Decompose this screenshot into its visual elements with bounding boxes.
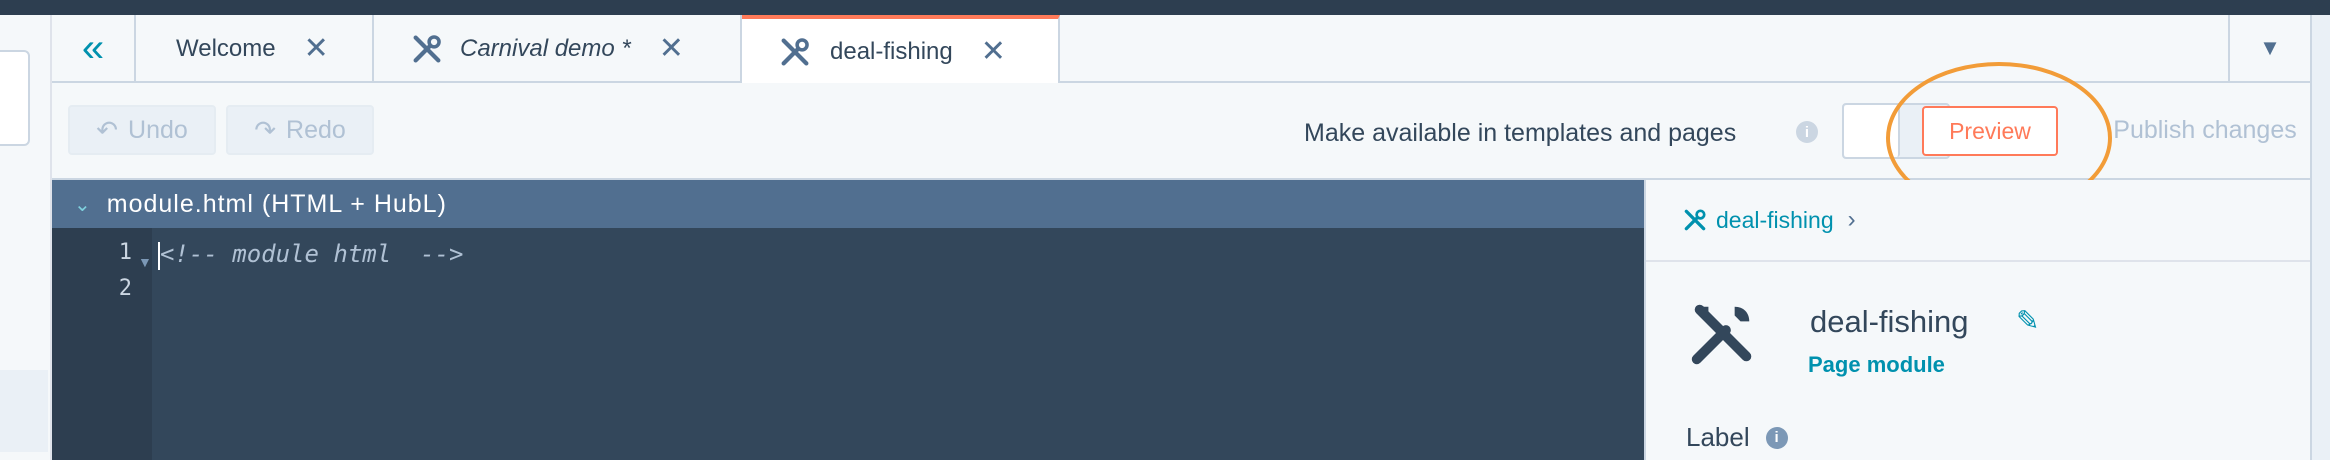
right-edge-panel [2310,15,2330,460]
label-field-heading: Label i [1686,422,1788,453]
caret-down-icon: ▼ [2259,35,2281,60]
module-inspector-panel: deal-fishing › deal-fishing ✎ Page modul… [1644,180,2330,460]
chevron-down-icon[interactable]: ⌄ [74,192,91,217]
tab-overflow-dropdown[interactable]: ▼ [2228,15,2310,81]
preview-button[interactable]: Preview [1922,106,2058,156]
redo-button[interactable]: ↷ Redo [226,105,374,155]
tab-carnival-demo[interactable]: Carnival demo * ✕ [374,15,742,83]
close-icon[interactable]: ✕ [659,34,684,64]
redo-icon: ↷ [254,114,277,145]
module-type-link[interactable]: Page module [1808,352,1945,378]
double-chevron-left-icon: « [81,25,105,70]
left-panel-card[interactable] [0,50,30,146]
undo-button[interactable]: ↶ Undo [68,105,216,155]
info-icon[interactable]: i [1796,121,1818,143]
tools-icon [1684,209,1706,231]
tools-icon [781,38,809,66]
chevron-right-icon: › [1847,206,1856,233]
label-heading-text: Label [1686,422,1750,452]
paintbrush-wrench-icon [1691,304,1752,365]
availability-label: Make available in templates and pages [1304,119,1737,147]
close-icon[interactable]: ✕ [304,34,329,64]
code-line[interactable]: <!-- module html --> [160,240,463,268]
breadcrumb-link[interactable]: deal-fishing [1716,207,1834,234]
undo-icon: ↶ [96,114,119,145]
pencil-icon[interactable]: ✎ [2016,304,2039,337]
divider [1646,260,2330,262]
line-number: 1 [118,240,132,265]
tab-label: Carnival demo * [460,35,631,62]
app-top-bar [0,0,2330,15]
line-number: 2 [118,276,132,301]
left-panel-selected-item[interactable] [0,370,48,452]
breadcrumb[interactable]: deal-fishing › [1682,206,1856,234]
tab-label: Welcome [176,35,276,62]
tab-label: deal-fishing [830,38,953,65]
tab-welcome[interactable]: Welcome ✕ [134,15,374,83]
tools-icon [413,35,441,63]
collapse-sidebar-button[interactable]: « [52,15,136,81]
code-editor[interactable]: ⌄ module.html (HTML + HubL) 1 2 ▼ <!-- m… [52,180,1644,460]
undo-label: Undo [128,115,188,144]
publish-changes-button[interactable]: Publish changes [2094,105,2316,155]
tab-deal-fishing[interactable]: deal-fishing ✕ [742,15,1060,85]
info-icon[interactable]: i [1765,426,1788,449]
file-label: module.html (HTML + HubL) [106,189,447,218]
left-side-panel [0,15,52,460]
editor-toolbar: ↶ Undo ↷ Redo Make available in template… [52,62,2330,214]
module-title: deal-fishing [1810,304,1969,339]
redo-label: Redo [286,115,346,144]
fold-arrow-icon[interactable]: ▼ [138,254,152,270]
file-section-header[interactable]: ⌄ module.html (HTML + HubL) [52,180,1644,228]
close-icon[interactable]: ✕ [981,37,1006,67]
